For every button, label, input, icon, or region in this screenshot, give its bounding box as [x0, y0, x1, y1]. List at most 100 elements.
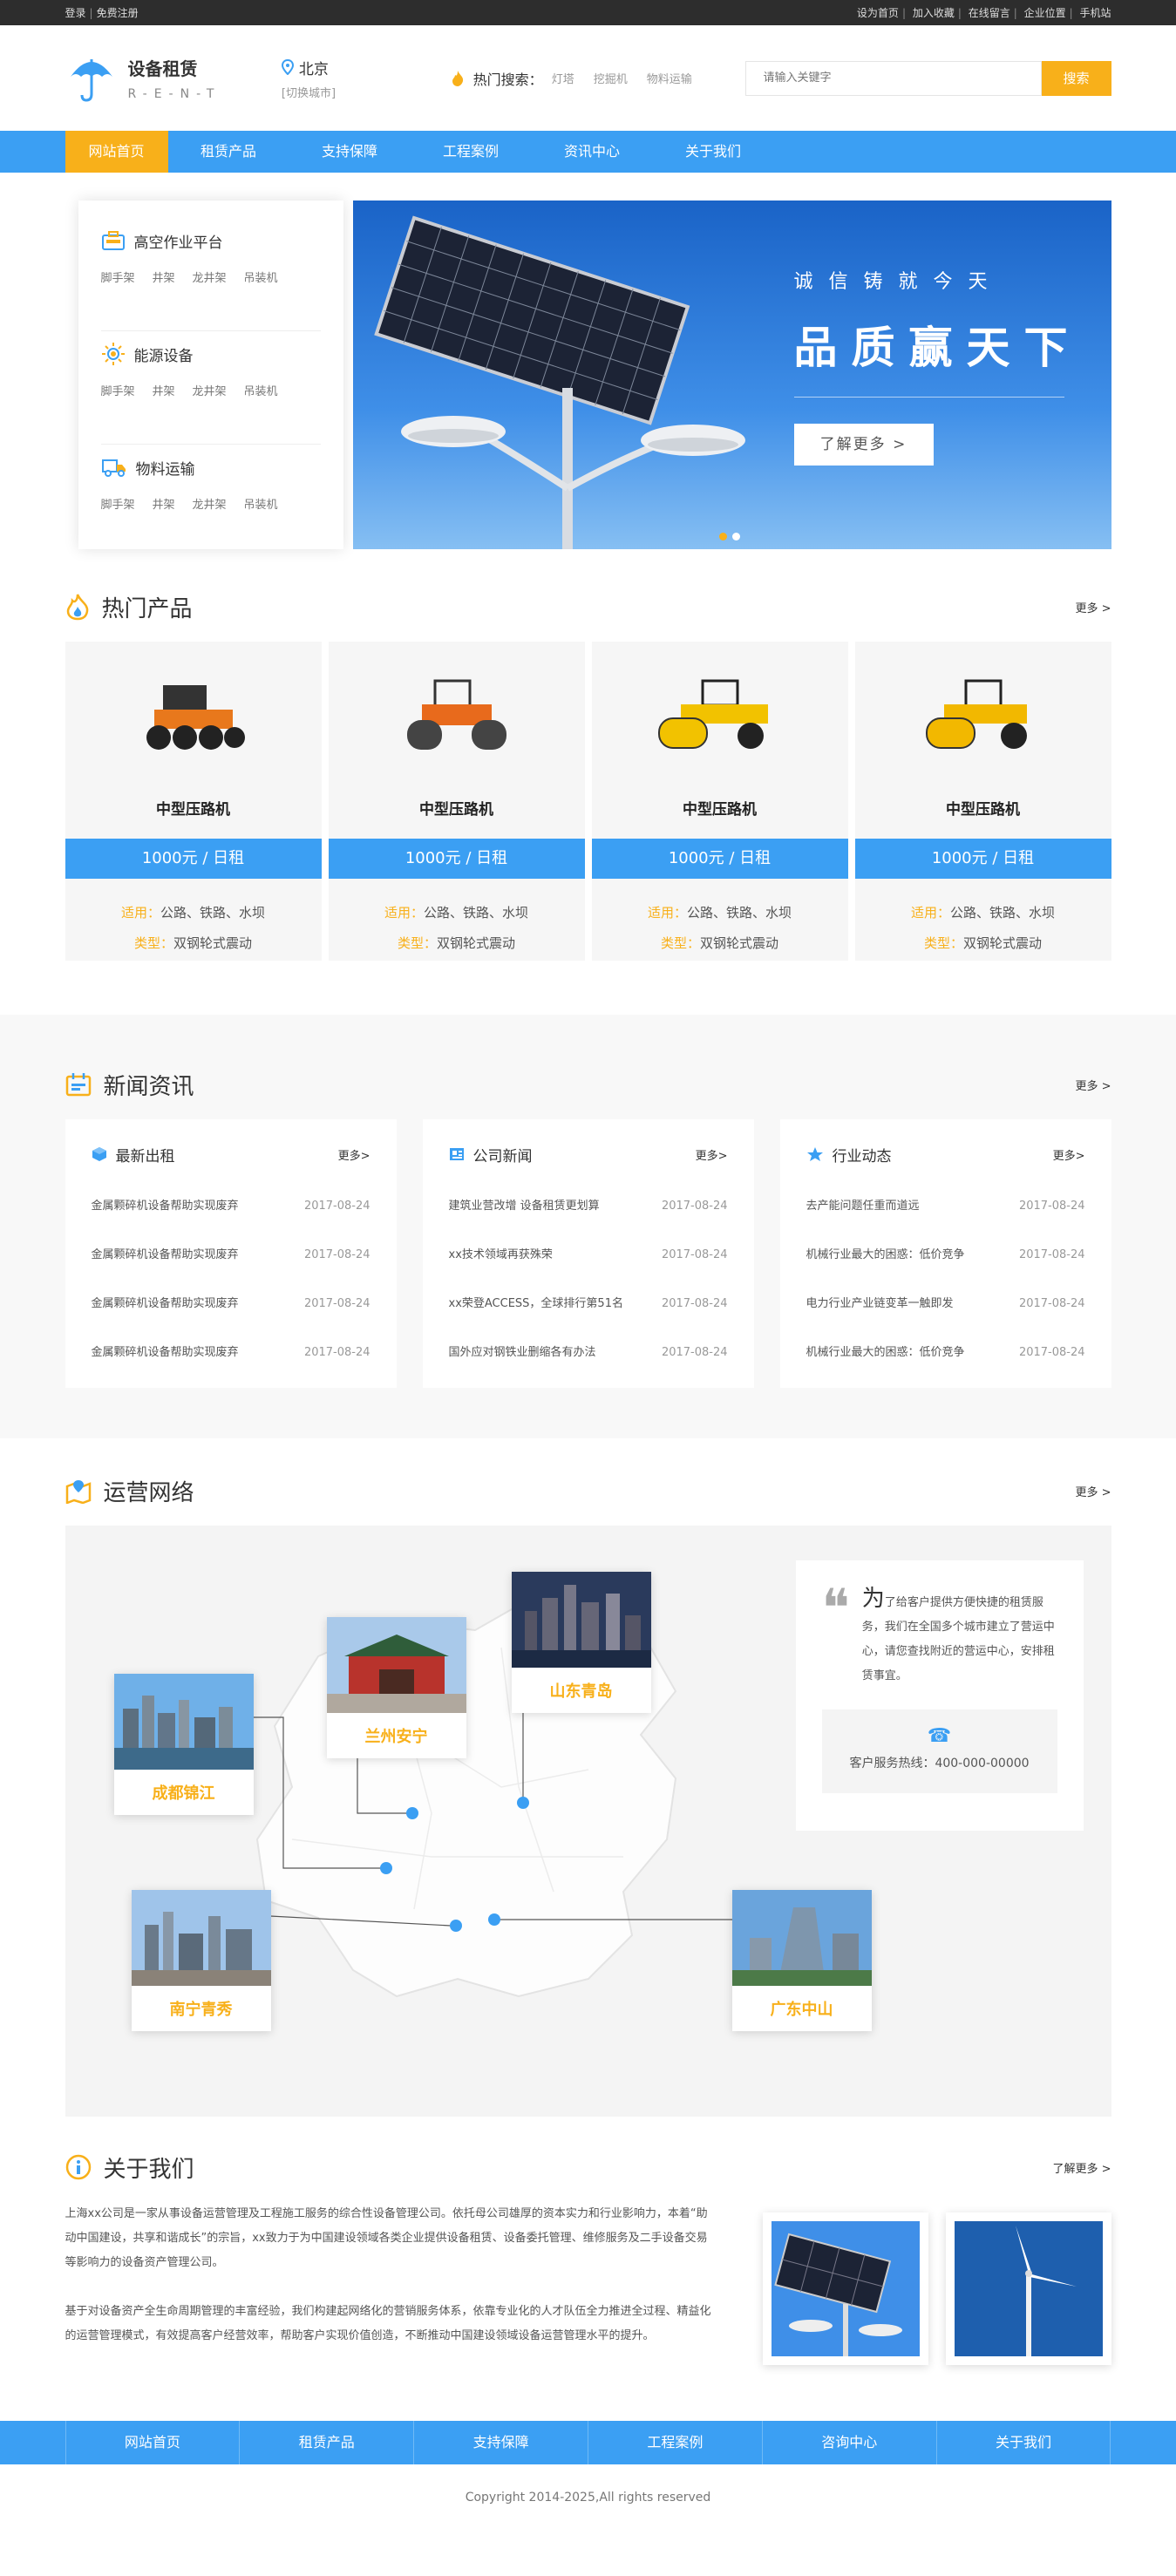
news-item[interactable]: 国外应对钢铁业删缩各有办法 2017-08-24 — [449, 1329, 728, 1377]
nav-item-about[interactable]: 关于我们 — [653, 131, 774, 173]
products-more-link[interactable]: 更多 > — [1075, 599, 1111, 615]
learn-more-button[interactable]: 了解更多 > — [793, 424, 934, 466]
footer-nav-cases[interactable]: 工程案例 — [588, 2421, 763, 2464]
nav-item-news[interactable]: 资讯中心 — [532, 131, 653, 173]
news-item-title: 金属颗碎机设备帮助实现废弃 — [91, 1248, 239, 1261]
news-column-more-link[interactable]: 更多> — [1053, 1146, 1085, 1163]
logo-title: 设备租赁 — [127, 58, 198, 79]
footer-nav-news[interactable]: 咨询中心 — [763, 2421, 937, 2464]
footer-nav-home[interactable]: 网站首页 — [66, 2421, 241, 2464]
news-item[interactable]: 金属颗碎机设备帮助实现废弃 2017-08-24 — [92, 1231, 370, 1280]
section-title: 新闻资讯 — [103, 1073, 194, 1100]
category-item[interactable]: 龙井架 — [193, 495, 227, 512]
category-item[interactable]: 脚手架 — [101, 268, 135, 285]
city-card-lanzhou[interactable]: 兰州安宁 — [326, 1617, 466, 1758]
news-column-more-link[interactable]: 更多> — [338, 1146, 370, 1163]
news-item-date: 2017-08-24 — [303, 1248, 370, 1261]
hot-search-item[interactable]: 灯塔 — [552, 70, 574, 86]
nav-item-home[interactable]: 网站首页 — [65, 131, 168, 173]
search-input[interactable] — [744, 60, 1042, 96]
online-message-link[interactable]: 在线留言 — [969, 7, 1010, 19]
news-item[interactable]: 去产能问题任重而道远 2017-08-24 — [806, 1182, 1085, 1231]
sun-icon — [101, 343, 125, 365]
news-item[interactable]: 金属颗碎机设备帮助实现废弃 2017-08-24 — [92, 1182, 370, 1231]
hot-search-item[interactable]: 物料运输 — [647, 70, 692, 86]
set-homepage-link[interactable]: 设为首页 — [857, 7, 899, 19]
city-card-qingdao[interactable]: 山东青岛 — [511, 1572, 651, 1713]
city-card-zhongshan[interactable]: 广东中山 — [731, 1890, 872, 2031]
category-item[interactable]: 龙井架 — [193, 268, 227, 285]
category-aerial-platform: 高空作业平台 脚手架 井架 龙井架 吊装机 — [100, 218, 321, 331]
register-link[interactable]: 免费注册 — [97, 7, 139, 19]
news-item[interactable]: xx技术领域再获殊荣 2017-08-24 — [449, 1231, 728, 1280]
product-type: 双钢轮式震动 — [173, 935, 253, 951]
news-item[interactable]: xx荣登ACCESS，全球排行第51名 2017-08-24 — [449, 1280, 728, 1329]
quote-lead: 为 — [861, 1586, 885, 1612]
category-item[interactable]: 龙井架 — [193, 382, 227, 398]
switch-city-link[interactable]: [切换城市] — [282, 84, 451, 100]
product-card[interactable]: 中型压路机 1000元 / 日租 适用：公路、铁路、水坝 类型：双钢轮式震动 — [591, 642, 848, 961]
news-column-more-link[interactable]: 更多> — [696, 1146, 728, 1163]
map-marker[interactable] — [379, 1862, 392, 1874]
map-marker[interactable] — [449, 1920, 462, 1932]
product-type-label: 类型： — [397, 935, 437, 951]
category-item[interactable]: 井架 — [153, 268, 175, 285]
location-pin-icon — [281, 59, 294, 75]
news-item-date: 2017-08-24 — [303, 1200, 370, 1213]
news-item[interactable]: 金属颗碎机设备帮助实现废弃 2017-08-24 — [92, 1329, 370, 1377]
news-item[interactable]: 机械行业最大的困惑：低价竞争 2017-08-24 — [806, 1231, 1085, 1280]
logo[interactable]: 设备租赁 R-E-N-T — [65, 52, 282, 105]
category-item[interactable]: 吊装机 — [244, 268, 278, 285]
city-card-nanning[interactable]: 南宁青秀 — [131, 1890, 271, 2031]
network-more-link[interactable]: 更多 > — [1075, 1483, 1111, 1499]
nav-item-support[interactable]: 支持保障 — [289, 131, 411, 173]
news-item[interactable]: 电力行业产业链变革一触即发 2017-08-24 — [806, 1280, 1085, 1329]
news-item[interactable]: 金属颗碎机设备帮助实现废弃 2017-08-24 — [92, 1280, 370, 1329]
category-title[interactable]: 物料运输 — [136, 457, 195, 479]
news-more-link[interactable]: 更多 > — [1075, 1077, 1111, 1093]
search-button[interactable]: 搜索 — [1041, 60, 1111, 96]
category-logistics: 物料运输 脚手架 井架 龙井架 吊装机 — [101, 445, 321, 558]
city-card-chengdu[interactable]: 成都锦江 — [113, 1674, 254, 1815]
category-title[interactable]: 高空作业平台 — [134, 230, 223, 252]
logo-subtitle: R-E-N-T — [127, 87, 221, 101]
about-image-solar — [762, 2212, 928, 2365]
calendar-icon — [65, 1073, 91, 1097]
carousel-dot[interactable] — [731, 533, 740, 540]
category-item[interactable]: 脚手架 — [101, 495, 135, 512]
mobile-site-link[interactable]: 手机站 — [1079, 7, 1111, 19]
product-card[interactable]: 中型压路机 1000元 / 日租 适用：公路、铁路、水坝 类型：双钢轮式震动 — [328, 642, 585, 961]
category-title[interactable]: 能源设备 — [134, 343, 194, 365]
hot-search-item[interactable]: 挖掘机 — [594, 70, 628, 86]
hot-search: 热门搜索： 灯塔 挖掘机 物料运输 — [451, 68, 745, 89]
category-item[interactable]: 井架 — [153, 495, 175, 512]
map-marker[interactable] — [516, 1797, 529, 1809]
login-link[interactable]: 登录 — [65, 7, 86, 19]
footer-nav-support[interactable]: 支持保障 — [414, 2421, 588, 2464]
news-item[interactable]: 机械行业最大的困惑：低价竞争 2017-08-24 — [806, 1329, 1085, 1377]
company-location-link[interactable]: 企业位置 — [1024, 7, 1066, 19]
product-type-label: 类型： — [923, 935, 963, 951]
carousel-dot-active[interactable] — [718, 533, 727, 540]
category-item[interactable]: 脚手架 — [101, 382, 135, 398]
about-more-link[interactable]: 了解更多 > — [1052, 2159, 1111, 2176]
map-marker[interactable] — [405, 1807, 418, 1819]
category-item[interactable]: 井架 — [153, 382, 175, 398]
map-marker[interactable] — [487, 1913, 500, 1926]
news-item-date: 2017-08-24 — [661, 1297, 728, 1310]
nav-item-products[interactable]: 租赁产品 — [168, 131, 289, 173]
footer-nav-products[interactable]: 租赁产品 — [240, 2421, 415, 2464]
product-card[interactable]: 中型压路机 1000元 / 日租 适用：公路、铁路、水坝 类型：双钢轮式震动 — [854, 642, 1111, 961]
nav-item-cases[interactable]: 工程案例 — [411, 131, 532, 173]
category-item[interactable]: 吊装机 — [244, 382, 278, 398]
product-use: 公路、铁路、水坝 — [687, 905, 792, 921]
news-item-date: 2017-08-24 — [661, 1200, 728, 1213]
footer-nav-about[interactable]: 关于我们 — [937, 2421, 1111, 2464]
news-item[interactable]: 建筑业营改增 设备租赁更划算 2017-08-24 — [449, 1182, 728, 1231]
product-price: 1000元 / 日租 — [591, 839, 848, 879]
product-use: 公路、铁路、水坝 — [424, 905, 529, 921]
hero-banner[interactable]: 诚信铸就今天 品质赢天下 了解更多 > — [352, 201, 1111, 549]
add-favorite-link[interactable]: 加入收藏 — [913, 7, 955, 19]
product-card[interactable]: 中型压路机 1000元 / 日租 适用：公路、铁路、水坝 类型：双钢轮式震动 — [65, 642, 322, 961]
category-item[interactable]: 吊装机 — [244, 495, 278, 512]
